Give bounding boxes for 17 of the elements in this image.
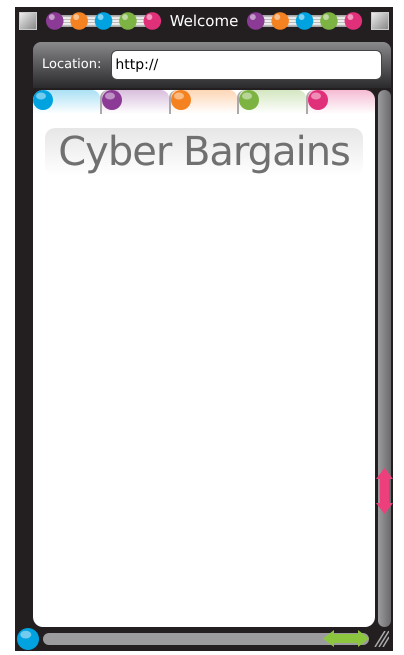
bead-string-icon: [246, 11, 364, 31]
ball-icon: [17, 628, 39, 650]
resize-grip-icon[interactable]: [373, 631, 389, 647]
tab[interactable]: [33, 90, 100, 114]
tab[interactable]: [306, 90, 376, 114]
vertical-scrollbar[interactable]: [378, 90, 391, 627]
location-field[interactable]: http://: [111, 50, 382, 80]
bead-string-icon: [44, 11, 162, 31]
logo: Cyber Bargains: [45, 128, 364, 176]
scroll-thumb-icon[interactable]: [376, 468, 394, 514]
location-label: Location:: [42, 56, 102, 74]
window-button[interactable]: [19, 12, 37, 30]
window-button[interactable]: [371, 12, 389, 30]
window-title: Welcome: [170, 14, 238, 28]
scroll-thumb-icon[interactable]: [323, 630, 369, 647]
horizontal-scrollbar[interactable]: [43, 633, 369, 645]
tab[interactable]: [100, 90, 169, 114]
